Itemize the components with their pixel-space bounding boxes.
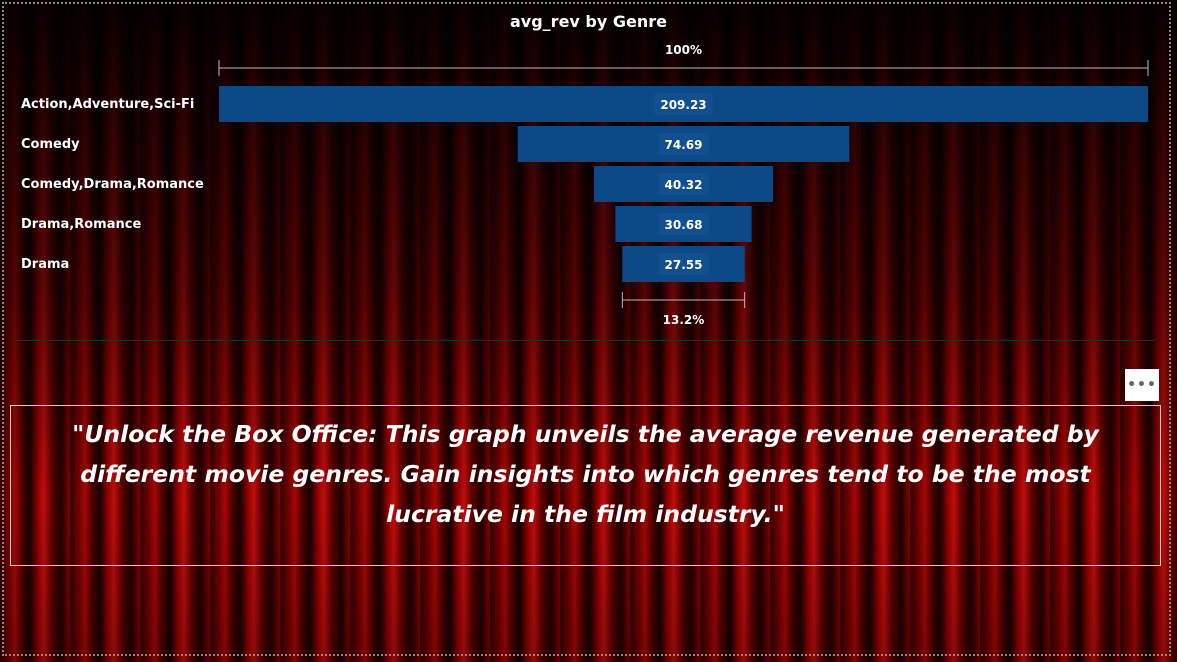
category-label: Comedy <box>21 137 80 152</box>
more-options-button[interactable]: ••• <box>1125 369 1159 401</box>
data-label: 74.69 <box>665 138 703 152</box>
category-label: Drama <box>21 257 69 272</box>
category-label: Action,Adventure,Sci-Fi <box>21 97 194 112</box>
bottom-percent-label: 13.2% <box>663 313 705 327</box>
funnel-chart[interactable]: 100% Action,Adventure,Sci-Fi 209.23 Comedy 7… <box>0 0 1177 340</box>
category-label: Comedy,Drama,Romance <box>21 177 204 192</box>
description-textbox: "Unlock the Box Office: This graph unvei… <box>10 405 1161 566</box>
data-label: 40.32 <box>665 178 703 192</box>
data-label: 209.23 <box>660 98 706 112</box>
data-label: 30.68 <box>665 218 703 232</box>
category-label: Drama,Romance <box>21 217 141 232</box>
top-percent-label: 100% <box>665 43 702 57</box>
data-label: 27.55 <box>665 258 703 272</box>
description-text: "Unlock the Box Office: This graph unvei… <box>72 420 1099 528</box>
